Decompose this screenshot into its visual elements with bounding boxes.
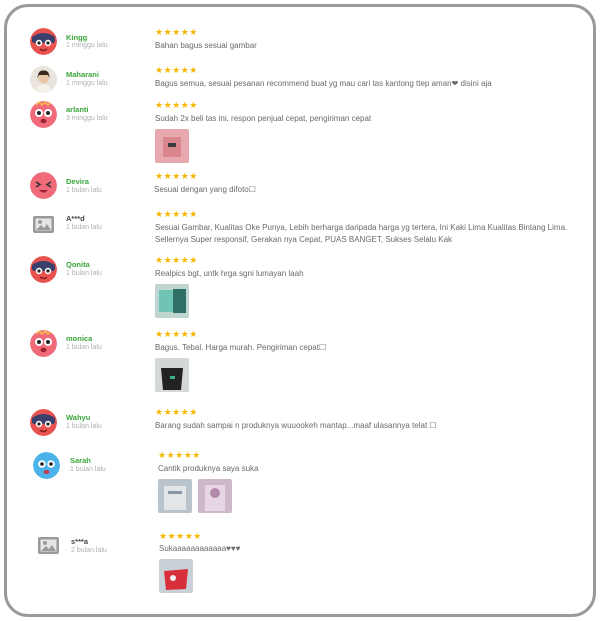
blue-face-avatar xyxy=(33,452,60,479)
star-rating: ★★★★★ xyxy=(155,100,198,110)
review-time: 1 minggu lalu xyxy=(66,42,108,49)
pink-squint-avatar xyxy=(30,172,57,199)
review-photo[interactable] xyxy=(159,559,193,593)
review-username: Kingg xyxy=(66,33,88,42)
red-ninja-avatar xyxy=(30,28,57,55)
star-rating: ★★★★★ xyxy=(155,407,198,417)
review-photo[interactable] xyxy=(155,358,189,392)
placeholder-image-avatar xyxy=(35,532,62,559)
review-text: Barang sudah sampai n produknya wuuookeh… xyxy=(155,421,437,430)
review-text: Bagus semua, sesuai pesanan recommend bu… xyxy=(155,79,492,88)
star-rating: ★★★★★ xyxy=(158,450,201,460)
star-rating: ★★★★★ xyxy=(155,171,198,181)
review-text: Bagus. Tebal. Harga murah. Pengiriman ce… xyxy=(155,343,327,352)
review-time: 1 bulan lalu xyxy=(66,344,102,351)
star-rating: ★★★★★ xyxy=(155,255,198,265)
review-time: 1 bulan lalu xyxy=(70,466,106,473)
review-text: Sesuai dengan yang difoto☐ xyxy=(154,185,256,194)
red-ninja-avatar xyxy=(30,409,57,436)
star-rating: ★★★★★ xyxy=(155,27,198,37)
reviews-panel xyxy=(4,4,596,617)
review-username: Maharani xyxy=(66,70,99,79)
review-text: Realpics bgt, untk hrga sgni lumayan laa… xyxy=(155,269,304,278)
review-time: 1 minggu lalu xyxy=(66,80,108,87)
review-photo[interactable] xyxy=(155,129,189,163)
review-username: monica xyxy=(66,334,93,343)
review-text: Sesuai Gambar, Kualitas Oke Punya, Lebih… xyxy=(155,223,568,244)
review-photo[interactable] xyxy=(198,479,232,513)
review-text: Cantik produknya saya suka xyxy=(158,464,259,473)
star-rating: ★★★★★ xyxy=(155,329,198,339)
review-time: 1 bulan lalu xyxy=(66,187,102,194)
review-time: 1 bulan lalu xyxy=(66,270,102,277)
pink-face-avatar xyxy=(30,330,57,357)
review-username: Sarah xyxy=(70,456,91,465)
review-photo[interactable] xyxy=(155,284,189,318)
user-photo-avatar xyxy=(30,66,57,93)
review-text: Sukaaaaaaaaaaaa♥♥♥ xyxy=(159,544,241,553)
red-ninja-avatar xyxy=(30,256,57,283)
pink-face-avatar xyxy=(30,101,57,128)
review-photo[interactable] xyxy=(158,479,192,513)
review-username: arlanti xyxy=(66,105,89,114)
star-rating: ★★★★★ xyxy=(155,209,198,219)
star-rating: ★★★★★ xyxy=(155,65,198,75)
review-username: Devira xyxy=(66,177,89,186)
review-username: s***a xyxy=(71,537,89,546)
review-username: Qonita xyxy=(66,260,90,269)
review-time: 1 bulan lalu xyxy=(66,423,102,430)
review-text: Sudah 2x beli tas ini, respon penjual ce… xyxy=(155,114,372,123)
review-text: Bahan bagus sesuai gambar xyxy=(155,41,257,50)
review-time: 2 bulan lalu xyxy=(71,547,107,554)
placeholder-image-avatar xyxy=(30,211,57,238)
review-username: Wahyu xyxy=(66,413,91,422)
review-time: 1 bulan lalu xyxy=(66,224,102,231)
review-time: 3 minggu lalu xyxy=(66,115,108,122)
star-rating: ★★★★★ xyxy=(159,531,202,541)
review-username: A***d xyxy=(66,214,85,223)
